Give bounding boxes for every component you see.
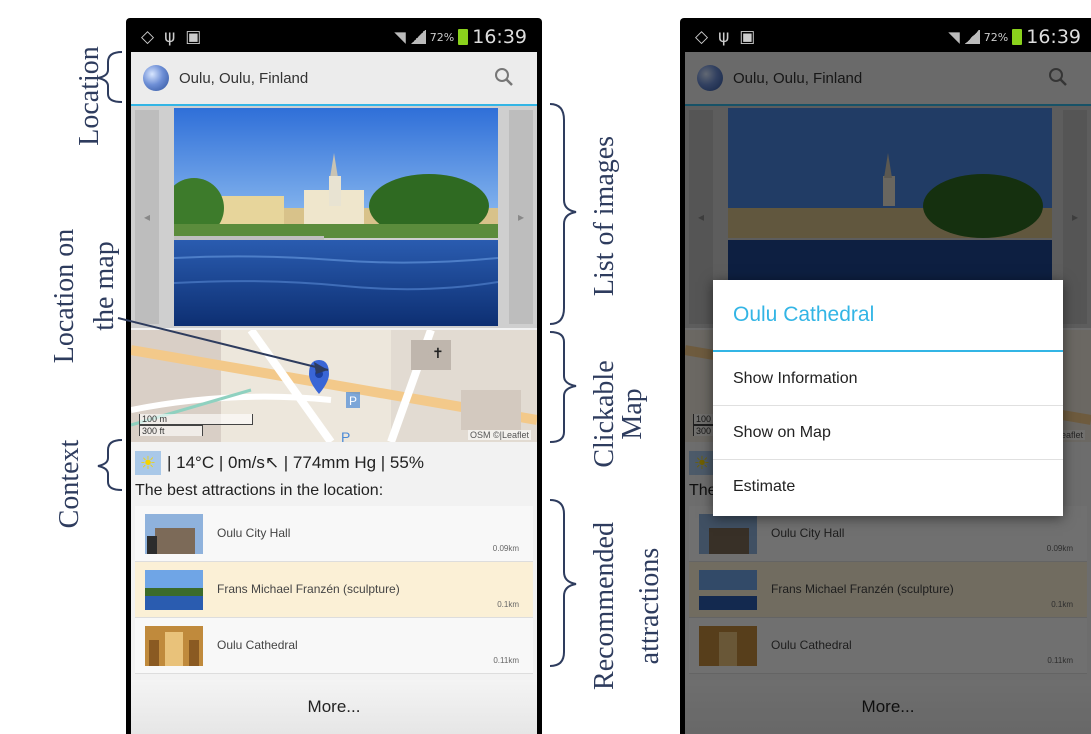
annotation-braces	[97, 51, 577, 667]
